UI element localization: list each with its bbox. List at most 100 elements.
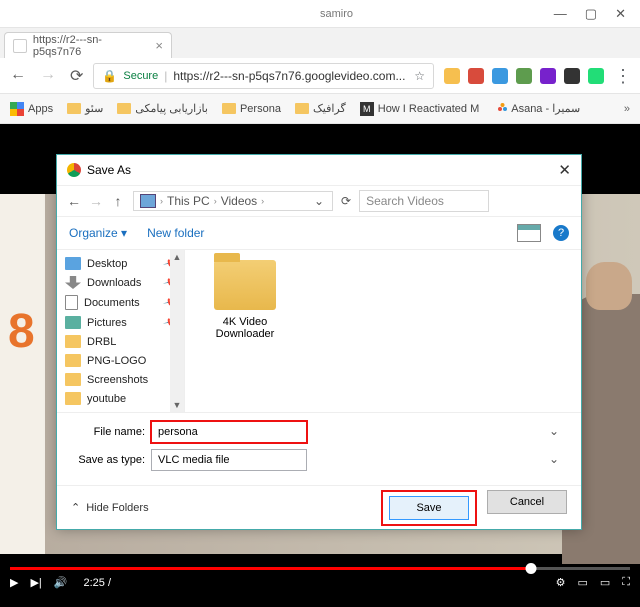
settings-icon[interactable]: ⚙ [556, 576, 566, 589]
sidebar-item-label: DRBL [87, 336, 116, 348]
folder-icon [65, 335, 81, 348]
new-folder-button[interactable]: New folder [147, 226, 204, 240]
progress-bar[interactable] [10, 567, 630, 570]
tab-close-icon[interactable]: × [155, 38, 163, 53]
save-button[interactable]: Save [389, 496, 469, 520]
nav-back-icon[interactable]: ← [67, 193, 81, 209]
folder-icon [295, 103, 309, 114]
pc-icon [140, 194, 156, 208]
folder-icon [67, 103, 81, 114]
window-user: samiro [320, 8, 353, 20]
save-as-dialog: Save As ✕ ← → ↑ › This PC › Videos › ⌄ ⟳… [56, 154, 582, 530]
maximize-button[interactable]: ▢ [585, 6, 597, 22]
reload-button[interactable]: ⟳ [70, 66, 83, 86]
nav-up-icon[interactable]: ↑ [111, 193, 125, 209]
folder-icon [65, 354, 81, 367]
sidebar-item-label: Screenshots [87, 374, 148, 386]
sidebar-item-pictures[interactable]: Pictures📌 [57, 313, 184, 332]
scroll-down-icon[interactable]: ▼ [173, 400, 182, 410]
ext-icon-4[interactable] [516, 68, 532, 84]
fullscreen-icon[interactable]: ⛶ [622, 576, 630, 589]
ext-icon-1[interactable] [444, 68, 460, 84]
progress-handle[interactable] [525, 563, 536, 574]
dialog-titlebar: Save As ✕ [57, 155, 581, 185]
nav-forward-icon[interactable]: → [89, 193, 103, 209]
search-input[interactable]: Search Videos [359, 190, 489, 212]
organize-button[interactable]: Organize ▾ [69, 226, 127, 240]
close-button[interactable]: ✕ [615, 6, 626, 22]
bookmark-folder-1[interactable]: سئو [67, 102, 103, 115]
asana-icon [493, 102, 507, 116]
dialog-title: Save As [87, 163, 131, 177]
help-icon[interactable]: ? [553, 225, 569, 241]
save-highlight: Save [381, 490, 477, 526]
ext-icon-2[interactable] [468, 68, 484, 84]
view-icon[interactable] [517, 224, 541, 242]
video-controls: ▶ ▶| 🔊 2:25 / ⚙ ▭ ▭ ⛶ [0, 567, 640, 607]
dialog-filelist[interactable]: 4K Video Downloader [185, 250, 581, 412]
cancel-button[interactable]: Cancel [487, 490, 567, 514]
filetype-select[interactable] [151, 449, 307, 471]
bookmark-6[interactable]: Asana - سمیرا [493, 102, 580, 116]
crumb-this-pc[interactable]: This PC [167, 194, 210, 208]
ext-icon-3[interactable] [492, 68, 508, 84]
ext-icon-7[interactable] [588, 68, 604, 84]
filename-label: File name: [71, 426, 145, 438]
hide-folders-button[interactable]: ⌃Hide Folders [71, 501, 149, 514]
sidebar-item-label: youtube [87, 393, 126, 405]
bookmark-folder-4[interactable]: گرافیک [295, 102, 346, 115]
volume-icon[interactable]: 🔊 [54, 576, 68, 589]
video-time: 2:25 / [84, 577, 112, 589]
back-button[interactable]: ← [10, 66, 26, 86]
minimize-button[interactable]: — [554, 6, 567, 22]
apps-label: Apps [28, 103, 53, 115]
sidebar-item-label: Pictures [87, 317, 127, 329]
star-icon[interactable]: ☆ [414, 69, 425, 83]
next-button[interactable]: ▶| [30, 576, 41, 589]
sidebar-item-png[interactable]: PNG-LOGO [57, 351, 184, 370]
apps-button[interactable]: Apps [10, 102, 53, 116]
dialog-body: Desktop📌 Downloads📌 Documents📌 Pictures📌… [57, 249, 581, 412]
miniplayer-icon[interactable]: ▭ [577, 576, 587, 589]
bookmark-folder-3[interactable]: Persona [222, 103, 281, 115]
dialog-nav: ← → ↑ › This PC › Videos › ⌄ ⟳ Search Vi… [57, 185, 581, 217]
crumb-videos[interactable]: Videos [221, 194, 257, 208]
bookmark-label: بازاریابی پیامکی [135, 102, 208, 115]
filename-input[interactable] [151, 421, 307, 443]
ext-icon-6[interactable] [564, 68, 580, 84]
chrome-toolbar: ← → ⟳ 🔒 Secure | https://r2---sn-p5qs7n7… [0, 58, 640, 94]
refresh-icon[interactable]: ⟳ [341, 194, 351, 208]
sidebar-item-desktop[interactable]: Desktop📌 [57, 254, 184, 273]
sidebar-item-label: Documents [84, 297, 140, 309]
breadcrumb[interactable]: › This PC › Videos › ⌄ [133, 191, 333, 211]
bookmark-label: How I Reactivated M [378, 103, 479, 115]
play-button[interactable]: ▶ [10, 576, 18, 589]
bookmarks-bar: Apps سئو بازاریابی پیامکی Persona گرافیک… [0, 94, 640, 124]
dialog-close-icon[interactable]: ✕ [558, 161, 571, 179]
chrome-menu-icon[interactable]: ⋮ [614, 71, 630, 81]
omnibox-actions: ☆ [414, 69, 425, 83]
bookmarks-overflow-icon[interactable]: » [624, 103, 630, 115]
crumb-dropdown-icon[interactable]: ⌄ [312, 194, 326, 208]
bookmark-5[interactable]: MHow I Reactivated M [360, 102, 479, 116]
folder-icon[interactable] [214, 260, 276, 310]
theater-icon[interactable]: ▭ [600, 576, 610, 589]
ext-icon-5[interactable] [540, 68, 556, 84]
chevron-up-icon: ⌃ [71, 501, 80, 514]
page-content: 8 ▶ ▶| 🔊 2:25 / ⚙ ▭ ▭ ⛶ Save As ✕ [0, 124, 640, 607]
sidebar-scrollbar[interactable]: ▲▼ [170, 250, 184, 412]
forward-button[interactable]: → [40, 66, 56, 86]
bookmark-label: Persona [240, 103, 281, 115]
scroll-up-icon[interactable]: ▲ [173, 252, 182, 262]
window-titlebar: samiro — ▢ ✕ [0, 0, 640, 28]
sidebar-item-screenshots[interactable]: Screenshots [57, 370, 184, 389]
bookmark-folder-2[interactable]: بازاریابی پیامکی [117, 102, 208, 115]
sidebar-item-drbl[interactable]: DRBL [57, 332, 184, 351]
url-separator: | [164, 69, 167, 83]
sidebar-item-downloads[interactable]: Downloads📌 [57, 273, 184, 292]
folder-name[interactable]: 4K Video Downloader [205, 316, 285, 340]
omnibox[interactable]: 🔒 Secure | https://r2---sn-p5qs7n76.goog… [93, 63, 434, 89]
browser-tab[interactable]: https://r2---sn-p5qs7n76 × [4, 32, 172, 58]
sidebar-item-youtube[interactable]: youtube [57, 389, 184, 408]
sidebar-item-documents[interactable]: Documents📌 [57, 292, 184, 313]
